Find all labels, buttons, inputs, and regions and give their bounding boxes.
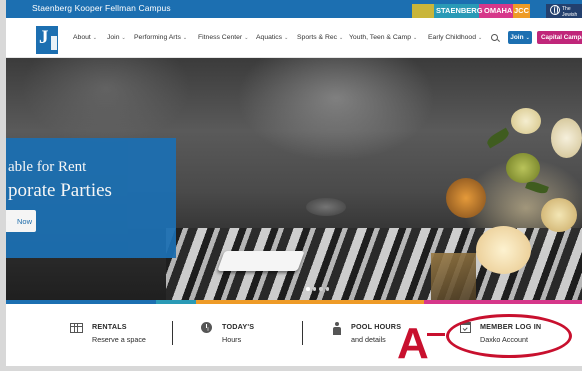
todays-title: TODAY'S bbox=[222, 322, 255, 331]
brand-word-staenberg: STAENBERG bbox=[436, 6, 483, 15]
logo-tag-icon bbox=[51, 36, 57, 50]
annotation-letter: A bbox=[397, 319, 429, 368]
hero-flower bbox=[506, 153, 540, 183]
chevron-down-icon: ⌄ bbox=[339, 35, 344, 41]
divider bbox=[172, 321, 173, 345]
hero-leaf bbox=[485, 127, 511, 149]
chevron-down-icon: ⌄ bbox=[477, 35, 483, 41]
campus-top-bar: Staenberg Kooper Fellman Campus STAENBER… bbox=[6, 0, 582, 24]
chevron-down-icon: ⌄ bbox=[525, 34, 530, 41]
chevron-down-icon: ⌄ bbox=[284, 35, 289, 41]
person-icon bbox=[333, 322, 341, 335]
hero-carousel[interactable]: able for Rent porate Parties Now bbox=[6, 58, 582, 301]
main-navigation: J About ⌄ Join ⌄ Performing Arts ⌄ Fitness … bbox=[6, 18, 582, 58]
carousel-dot[interactable] bbox=[319, 287, 323, 291]
capital-campaign-button[interactable]: Capital Campaign bbox=[537, 31, 582, 44]
annotation-connector bbox=[427, 333, 445, 336]
pool-title: POOL HOURS bbox=[351, 322, 402, 331]
nav-item-fitness-center[interactable]: Fitness Center ⌄ bbox=[198, 34, 248, 41]
frame-bottom bbox=[0, 366, 582, 371]
promo-cta-button[interactable]: Now bbox=[6, 210, 36, 232]
divider bbox=[302, 321, 303, 345]
hero-flower bbox=[446, 178, 486, 218]
hero-frame bbox=[431, 253, 476, 301]
chevron-down-icon: ⌄ bbox=[121, 35, 126, 41]
jcc-logo[interactable]: J bbox=[36, 26, 58, 54]
hero-plate bbox=[217, 251, 305, 271]
brand-segment-tan bbox=[412, 4, 434, 18]
chevron-down-icon: ⌄ bbox=[244, 35, 249, 41]
todays-subtitle: Hours bbox=[222, 335, 242, 344]
rentals-title: RENTALS bbox=[92, 322, 127, 331]
carousel-dot[interactable] bbox=[325, 287, 329, 291]
search-icon[interactable] bbox=[491, 34, 498, 41]
clock-icon bbox=[201, 322, 212, 333]
hero-flower bbox=[476, 226, 531, 274]
hero-flower bbox=[551, 118, 582, 158]
nav-item-sports-rec[interactable]: Sports & Rec ⌄ bbox=[297, 34, 343, 41]
join-button[interactable]: Join ⌄ bbox=[508, 31, 532, 44]
chevron-down-icon: ⌄ bbox=[92, 35, 97, 41]
brand-word-omaha: OMAHA bbox=[484, 6, 513, 15]
hero-flower bbox=[541, 198, 577, 232]
carousel-dot[interactable] bbox=[312, 287, 316, 291]
logo-letter: J bbox=[39, 27, 49, 48]
rentals-subtitle: Reserve a space bbox=[92, 335, 146, 344]
nav-item-youth-teen-camp[interactable]: Youth, Teen & Camp ⌄ bbox=[349, 34, 417, 41]
carousel-dots bbox=[306, 287, 329, 291]
chevron-down-icon: ⌄ bbox=[412, 35, 418, 41]
promo-headline-line1: able for Rent bbox=[8, 159, 87, 175]
nav-item-early-childhood[interactable]: Early Childhood ⌄ bbox=[428, 34, 482, 41]
carousel-dot[interactable] bbox=[306, 287, 310, 291]
calendar-grid-icon bbox=[70, 323, 83, 333]
nav-item-about[interactable]: About ⌄ bbox=[73, 34, 97, 41]
promo-headline-line2: porate Parties bbox=[8, 180, 112, 201]
nav-item-join[interactable]: Join ⌄ bbox=[107, 34, 126, 41]
nav-item-performing-arts[interactable]: Performing Arts ⌄ bbox=[134, 34, 187, 41]
nav-item-aquatics[interactable]: Aquatics ⌄ bbox=[256, 34, 288, 41]
brand-word-jcc: JCC bbox=[514, 6, 530, 15]
annotation-ellipse bbox=[446, 314, 572, 358]
chevron-down-icon: ⌄ bbox=[182, 35, 188, 41]
hero-bowl bbox=[306, 198, 346, 216]
globe-icon bbox=[550, 5, 560, 15]
pool-subtitle: and details bbox=[351, 335, 386, 344]
hero-promo-panel: able for Rent porate Parties Now bbox=[6, 138, 176, 258]
campus-name[interactable]: Staenberg Kooper Fellman Campus bbox=[32, 3, 171, 13]
hero-flower bbox=[511, 108, 541, 134]
